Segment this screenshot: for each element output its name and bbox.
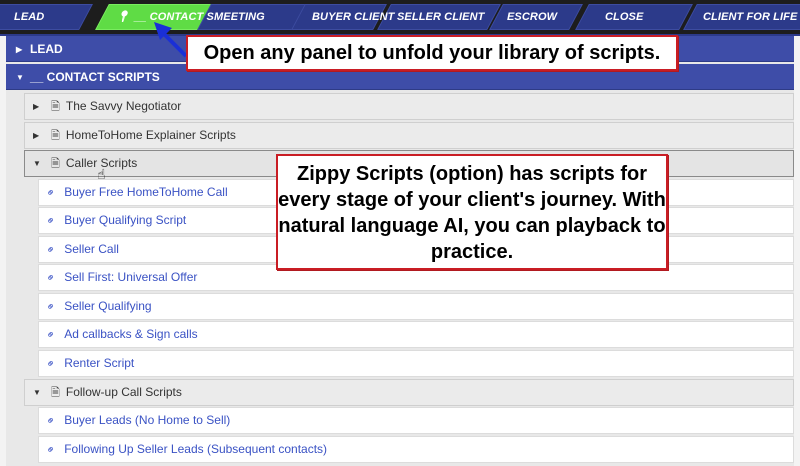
panel-lead-label: LEAD bbox=[30, 42, 63, 56]
stage-label-escrow: ESCROW bbox=[507, 11, 558, 23]
group-label: HomeToHome Explainer Scripts bbox=[65, 128, 236, 142]
group-label: The Savvy Negotiator bbox=[65, 99, 182, 113]
callout-open-panel: Open any panel to unfold your library of… bbox=[186, 35, 678, 71]
script-link-label: Buyer Qualifying Script bbox=[64, 213, 187, 227]
caret-right-icon: ▶ bbox=[16, 44, 23, 54]
link-icon: ⚭ bbox=[43, 413, 59, 429]
script-link[interactable]: ⚭ Buyer Leads (No Home to Sell) bbox=[38, 407, 794, 434]
script-link-label: Ad callbacks & Sign calls bbox=[64, 327, 198, 341]
caret-right-icon: ▶ bbox=[33, 131, 40, 141]
stage-label-lead: LEAD bbox=[14, 11, 45, 23]
stage-label-close: CLOSE bbox=[605, 11, 644, 23]
hand-cursor-icon: ☝︎ bbox=[97, 166, 106, 182]
callout-zippy-scripts: Zippy Scripts (option) has scripts for e… bbox=[276, 154, 668, 270]
script-link[interactable]: ⚭ Following Up Seller Leads (Subsequent c… bbox=[38, 436, 794, 463]
link-icon: ⚭ bbox=[43, 270, 59, 286]
document-icon: 🗎︎ bbox=[51, 130, 60, 142]
group-hometohome-explainer[interactable]: ▶ 🗎︎ HomeToHome Explainer Scripts bbox=[24, 122, 794, 149]
link-icon: ⚭ bbox=[43, 327, 59, 343]
stage-label-meeting: MEETING bbox=[214, 11, 265, 23]
caret-down-icon: ▼ bbox=[33, 159, 41, 169]
caret-down-icon: ▼ bbox=[16, 72, 24, 82]
script-link-label: Seller Qualifying bbox=[64, 299, 152, 313]
caret-right-icon: ▶ bbox=[33, 102, 40, 112]
map-pin-icon: 📍︎ bbox=[116, 11, 131, 23]
arrow-icon bbox=[154, 22, 188, 58]
link-icon: ⚭ bbox=[43, 242, 59, 258]
panel-contact-scripts-label: __ CONTACT SCRIPTS bbox=[30, 70, 160, 84]
pipeline-bar: LEAD 📍︎ __ CONTACT S MEETING BUYER CLIENT… bbox=[0, 0, 800, 36]
stage-label-client-for-life: CLIENT FOR LIFE bbox=[703, 11, 798, 23]
script-link-label: Renter Script bbox=[64, 356, 135, 370]
caret-down-icon: ▼ bbox=[33, 388, 41, 398]
document-icon: 🗎︎ bbox=[51, 158, 60, 170]
document-icon: 🗎︎ bbox=[51, 387, 60, 399]
script-link-label: Following Up Seller Leads (Subsequent co… bbox=[64, 442, 328, 456]
script-link[interactable]: ⚭ Renter Script bbox=[38, 350, 794, 377]
link-icon: ⚭ bbox=[43, 442, 59, 458]
group-label: Follow-up Call Scripts bbox=[65, 385, 182, 399]
group-follow-up-call-scripts[interactable]: ▼ 🗎︎ Follow-up Call Scripts bbox=[24, 379, 794, 406]
document-icon: 🗎︎ bbox=[51, 101, 60, 113]
script-link[interactable]: ⚭ Seller Qualifying bbox=[38, 293, 794, 320]
stage-label-seller-client: SELLER CLIENT bbox=[397, 11, 485, 23]
link-icon: ⚭ bbox=[43, 356, 59, 372]
stage-label-buyer-client: BUYER CLIENT bbox=[312, 11, 395, 23]
script-link[interactable]: ⚭ Ad callbacks & Sign calls bbox=[38, 321, 794, 348]
link-icon: ⚭ bbox=[43, 185, 59, 201]
link-icon: ⚭ bbox=[43, 213, 59, 229]
script-link-label: Buyer Leads (No Home to Sell) bbox=[64, 413, 231, 427]
link-icon: ⚭ bbox=[43, 299, 59, 315]
script-link-label: Sell First: Universal Offer bbox=[64, 270, 198, 284]
group-savvy-negotiator[interactable]: ▶ 🗎︎ The Savvy Negotiator bbox=[24, 93, 794, 120]
script-link-label: Buyer Free HomeToHome Call bbox=[64, 185, 228, 199]
script-link-label: Seller Call bbox=[64, 242, 119, 256]
